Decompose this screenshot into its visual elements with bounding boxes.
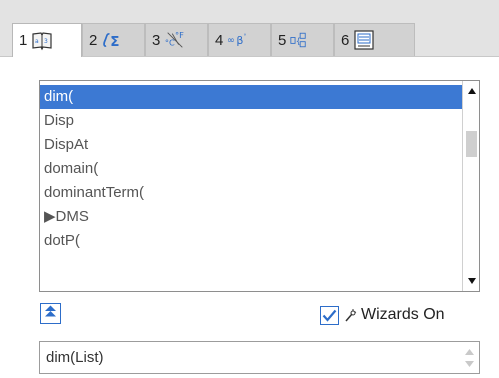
svg-text:a: a [35,38,39,45]
tab-number: 6 [341,31,350,49]
integral-sum-icon: Σ [101,29,123,51]
tab-number: 5 [278,31,287,49]
tab-library[interactable]: 6 [334,23,415,56]
list-item[interactable]: DispAt [40,133,462,157]
list-item[interactable]: domain( [40,157,462,181]
svg-text:β: β [237,34,244,47]
list-item[interactable]: Disp [40,109,462,133]
scroll-up-arrow-icon[interactable] [463,83,480,99]
scroll-down-arrow-icon[interactable] [463,273,480,289]
tab-number: 2 [89,31,98,49]
catalog-book-icon: a 3 [31,30,53,52]
tab-number: 3 [152,31,161,49]
tab-units[interactable]: 3 °C °F [145,23,208,56]
tab-number: 4 [215,31,224,49]
list-item[interactable]: dotP( [40,229,462,253]
catalog-rows: dim( Disp DispAt domain( dominantTerm( ▶… [40,81,462,291]
library-icon [353,29,375,51]
tab-math[interactable]: 2 Σ [82,23,145,56]
templates-icon: { [290,29,312,51]
scrollbar-thumb[interactable] [466,131,477,157]
syntax-help-text: dim(List) [46,349,104,366]
catalog-scrollbar[interactable] [462,81,479,291]
syntax-help-field: dim(List) [39,341,480,374]
wizards-label: Wizards On [361,306,445,323]
infinity-beta-symbols-icon: ∞ β ° [227,29,249,51]
svg-text:Σ: Σ [111,34,120,50]
list-item[interactable]: ▶DMS [40,205,462,229]
tab-templates[interactable]: 5 { [271,23,334,56]
syntax-help-spinner[interactable] [463,345,476,371]
collapse-button[interactable] [40,303,61,324]
double-chevron-up-icon [44,304,57,323]
list-item[interactable]: dominantTerm( [40,181,462,205]
svg-text:∞: ∞ [227,35,235,46]
units-icon: °C °F [164,29,186,51]
magic-wand-icon [343,308,357,322]
wizards-toggle[interactable]: Wizards On [320,304,445,326]
tab-catalog[interactable]: 1 a 3 [12,23,82,57]
catalog-list[interactable]: dim( Disp DispAt domain( dominantTerm( ▶… [39,80,480,292]
tab-number: 1 [19,32,28,49]
svg-text:°: ° [244,34,247,40]
tab-bar: 1 a 3 2 Σ 3 °C °F 4 ∞ β ° 5 {6 [0,0,499,57]
tab-symbols[interactable]: 4 ∞ β ° [208,23,271,56]
svg-text:°F: °F [175,30,184,40]
list-item[interactable]: dim( [40,85,462,109]
wizards-checkbox[interactable] [320,305,339,325]
svg-text:3: 3 [44,38,48,45]
